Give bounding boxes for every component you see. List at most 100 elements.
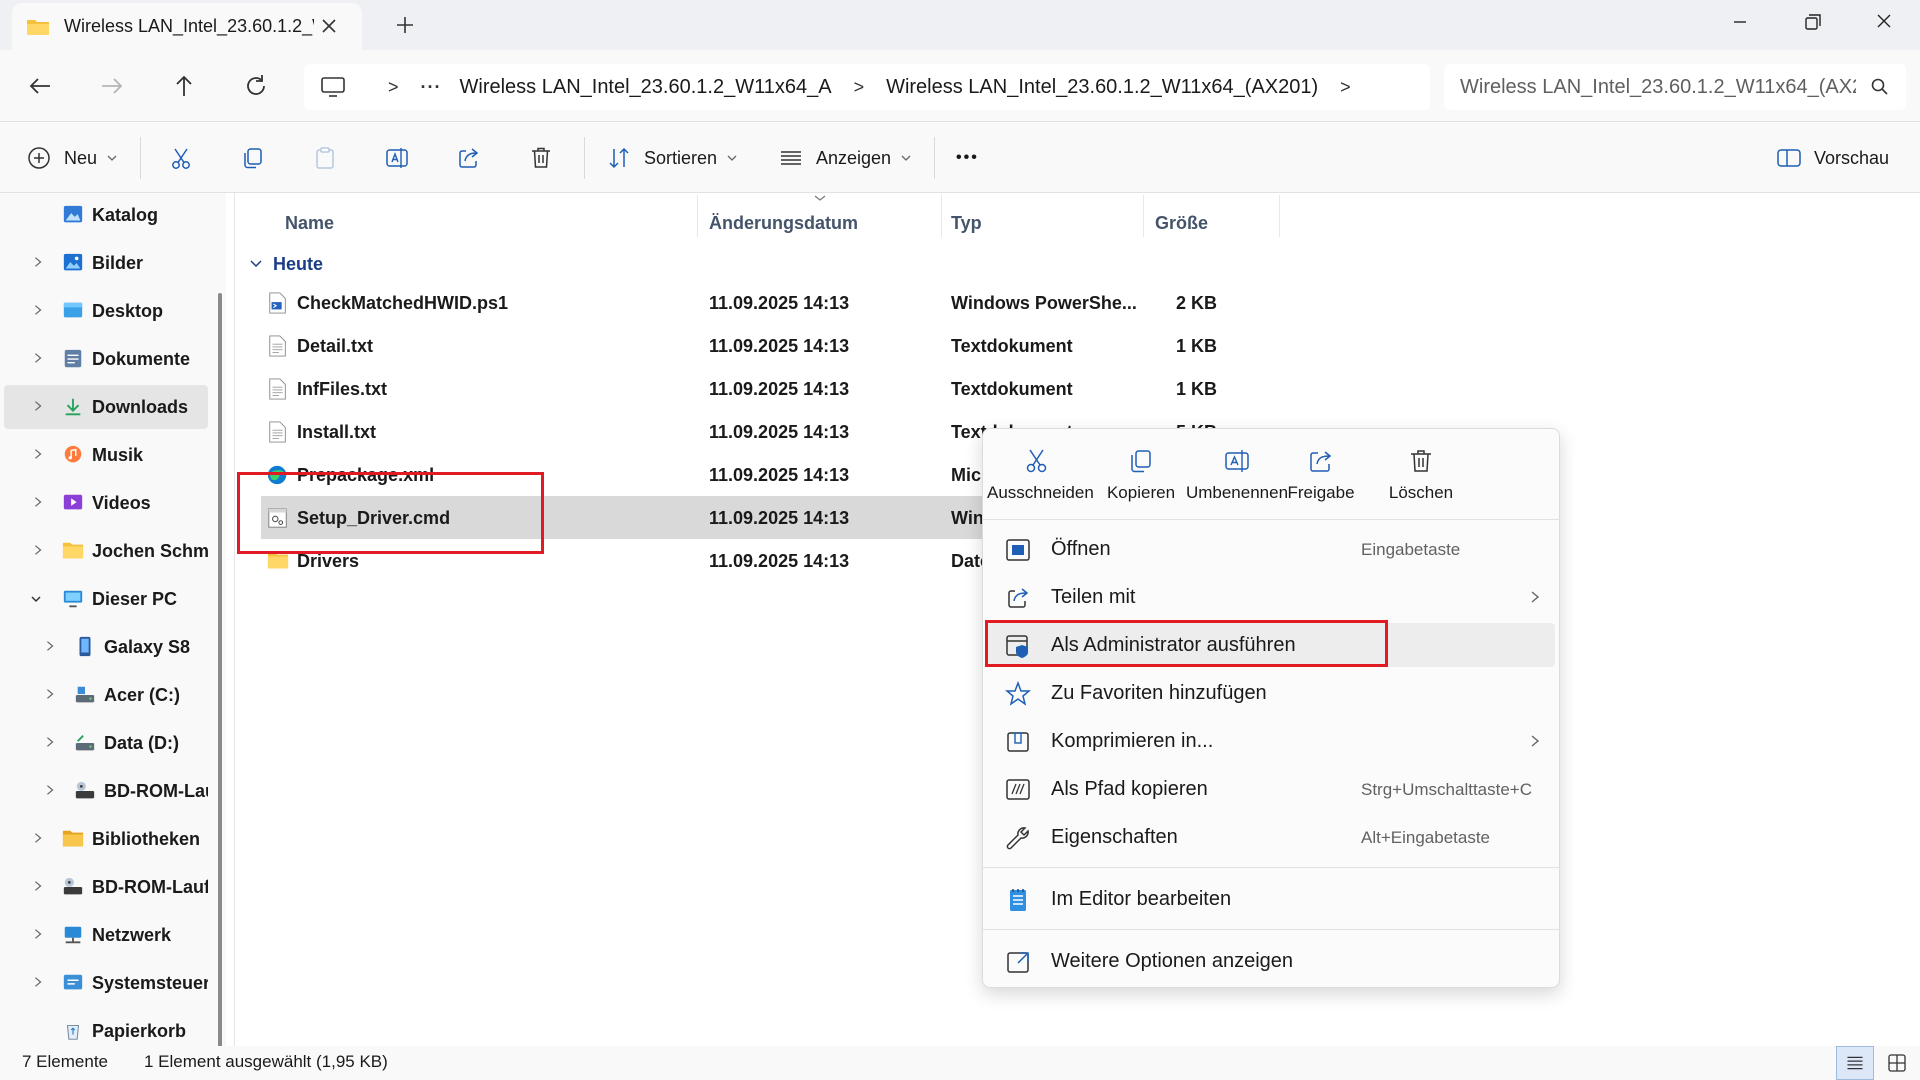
column-header-name[interactable]: Name xyxy=(285,203,334,243)
view-button[interactable]: Anzeigen xyxy=(778,142,911,174)
restore-button[interactable] xyxy=(1792,8,1832,36)
back-arrow-icon[interactable] xyxy=(24,70,56,102)
column-header-date[interactable]: Änderungsdatum xyxy=(709,203,858,243)
menu-item-8[interactable]: Weitere Optionen anzeigen xyxy=(987,939,1555,983)
compress-icon xyxy=(1007,732,1029,752)
sidebar-item[interactable]: Jochen Schmidt xyxy=(4,529,208,573)
share-with-icon xyxy=(1008,588,1029,608)
quick-action-cut[interactable]: Ausschneiden xyxy=(987,447,1094,527)
tiles-view-icon[interactable] xyxy=(1880,1046,1914,1080)
file-row[interactable]: InfFiles.txt 11.09.2025 14:13 Textdokume… xyxy=(261,367,1217,410)
column-divider[interactable] xyxy=(697,195,698,237)
file-row[interactable]: CheckMatchedHWID.ps1 11.09.2025 14:13 Wi… xyxy=(261,281,1217,324)
breadcrumb-separator[interactable]: > xyxy=(854,77,865,98)
paste-button[interactable] xyxy=(312,142,338,174)
sidebar-item[interactable]: Dokumente xyxy=(4,337,208,381)
more-options-button[interactable]: ••• xyxy=(956,142,979,174)
view-label: Anzeigen xyxy=(816,147,892,168)
rename-button[interactable] xyxy=(384,142,410,174)
delete-button[interactable] xyxy=(528,142,554,174)
open-icon xyxy=(1006,539,1030,561)
column-divider[interactable] xyxy=(941,195,942,237)
chevron-right-icon xyxy=(35,929,42,939)
close-tab-icon[interactable] xyxy=(318,15,340,37)
quick-action-copy[interactable]: Kopieren xyxy=(1103,447,1179,527)
videos-icon xyxy=(63,494,83,510)
sidebar-item-label: Musik xyxy=(92,445,144,465)
address-bar[interactable]: > ··· Wireless LAN_Intel_23.60.1.2_W11x6… xyxy=(304,64,1430,110)
menu-item-3[interactable]: Zu Favoriten hinzufügen xyxy=(987,671,1555,715)
quick-action-label: Ausschneiden xyxy=(987,483,1094,502)
sidebar-item[interactable]: Systemsteuerung xyxy=(4,961,208,1005)
sidebar-item[interactable]: Desktop xyxy=(4,289,208,333)
sidebar-item[interactable]: BD-ROM-Laufwerk xyxy=(4,865,208,909)
search-box[interactable]: Wireless LAN_Intel_23.60.1.2_W11x64_(AX2… xyxy=(1444,64,1906,110)
sidebar-item[interactable]: Data (D:) xyxy=(4,721,208,765)
chevron-right-icon xyxy=(35,257,42,267)
sidebar-item[interactable]: Acer (C:) xyxy=(4,673,208,717)
sidebar-scrollbar[interactable] xyxy=(218,293,222,1053)
chevron-right-icon xyxy=(47,785,54,795)
menu-item-1[interactable]: Teilen mit xyxy=(987,575,1555,619)
close-window-button[interactable] xyxy=(1864,8,1904,36)
copy-button[interactable] xyxy=(240,142,266,174)
forward-arrow-icon[interactable] xyxy=(96,70,128,102)
sidebar-item[interactable]: Katalog xyxy=(4,193,208,237)
toolbar-divider xyxy=(934,137,935,179)
breadcrumb-separator[interactable]: > xyxy=(1340,77,1351,98)
minimize-button[interactable] xyxy=(1720,8,1760,36)
breadcrumb-item[interactable]: Wireless LAN_Intel_23.60.1.2_W11x64_(AX2… xyxy=(886,76,1318,99)
menu-item-0[interactable]: Öffnen Eingabetaste xyxy=(987,527,1555,571)
copy-icon xyxy=(244,148,262,169)
folder-icon xyxy=(62,542,84,559)
sidebar-item[interactable]: Downloads xyxy=(4,385,208,429)
refresh-icon[interactable] xyxy=(240,70,272,102)
new-button[interactable]: Neu xyxy=(26,142,117,174)
breadcrumb-item[interactable]: Wireless LAN_Intel_23.60.1.2_W11x64_A xyxy=(460,76,832,99)
quick-action-delete[interactable]: Löschen xyxy=(1383,447,1459,527)
preview-pane-button[interactable]: Vorschau xyxy=(1776,142,1889,174)
notepad-icon xyxy=(1010,889,1026,911)
cut-icon xyxy=(1026,449,1047,473)
sidebar-item[interactable]: Musik xyxy=(4,433,208,477)
column-header-type[interactable]: Typ xyxy=(951,203,982,243)
sidebar-item[interactable]: Bilder xyxy=(4,241,208,285)
group-header-today[interactable]: Heute xyxy=(249,249,323,279)
preview-label: Vorschau xyxy=(1814,147,1890,168)
chevron-down-icon xyxy=(107,155,117,161)
new-label: Neu xyxy=(64,147,98,168)
menu-item-shortcut: Strg+Umschalttaste+C xyxy=(1361,780,1533,799)
menu-item-5[interactable]: Als Pfad kopieren Strg+Umschalttaste+C xyxy=(987,767,1555,811)
search-input[interactable]: Wireless LAN_Intel_23.60.1.2_W11x64_(AX2… xyxy=(1460,76,1856,99)
column-header-size[interactable]: Größe xyxy=(1155,203,1208,243)
sidebar-item[interactable]: Netzwerk xyxy=(4,913,208,957)
sidebar-item[interactable]: BD-ROM-Laufwerk xyxy=(4,769,208,813)
copy-icon xyxy=(1131,450,1151,473)
tab-current-folder[interactable]: Wireless LAN_Intel_23.60.1.2_W11x64_AX20… xyxy=(12,3,362,50)
breadcrumb-overflow[interactable]: ··· xyxy=(421,77,442,98)
new-tab-icon[interactable] xyxy=(392,12,418,38)
sidebar-item-label: BD-ROM-Laufwerk xyxy=(104,781,208,801)
file-row[interactable]: Detail.txt 11.09.2025 14:13 Textdokument… xyxy=(261,324,1217,367)
sidebar-item[interactable]: Dieser PC xyxy=(4,577,208,621)
quick-action-share[interactable]: Freigabe xyxy=(1283,447,1359,527)
menu-item-7[interactable]: Im Editor bearbeiten xyxy=(987,877,1555,921)
details-view-icon[interactable] xyxy=(1836,1046,1874,1080)
star-icon xyxy=(1004,680,1032,706)
share-button[interactable] xyxy=(456,142,482,174)
menu-item-6[interactable]: Eigenschaften Alt+Eingabetaste xyxy=(987,815,1555,859)
quick-action-rename[interactable]: Umbenennen xyxy=(1185,447,1289,527)
sidebar-item[interactable]: Bibliotheken xyxy=(4,817,208,861)
menu-item-4[interactable]: Komprimieren in... xyxy=(987,719,1555,763)
menu-item-label: Zu Favoriten hinzufügen xyxy=(1051,682,1267,704)
menu-separator xyxy=(983,519,1561,520)
sort-button[interactable]: Sortieren xyxy=(606,142,737,174)
column-divider[interactable] xyxy=(1143,195,1144,237)
up-arrow-icon[interactable] xyxy=(168,70,200,102)
sidebar-item[interactable]: Galaxy S8 xyxy=(4,625,208,669)
sidebar-item-label: Netzwerk xyxy=(92,925,172,945)
bd-rom-icon xyxy=(63,877,83,895)
column-divider[interactable] xyxy=(1279,195,1280,237)
cut-button[interactable] xyxy=(168,142,194,174)
sidebar-item[interactable]: Videos xyxy=(4,481,208,525)
